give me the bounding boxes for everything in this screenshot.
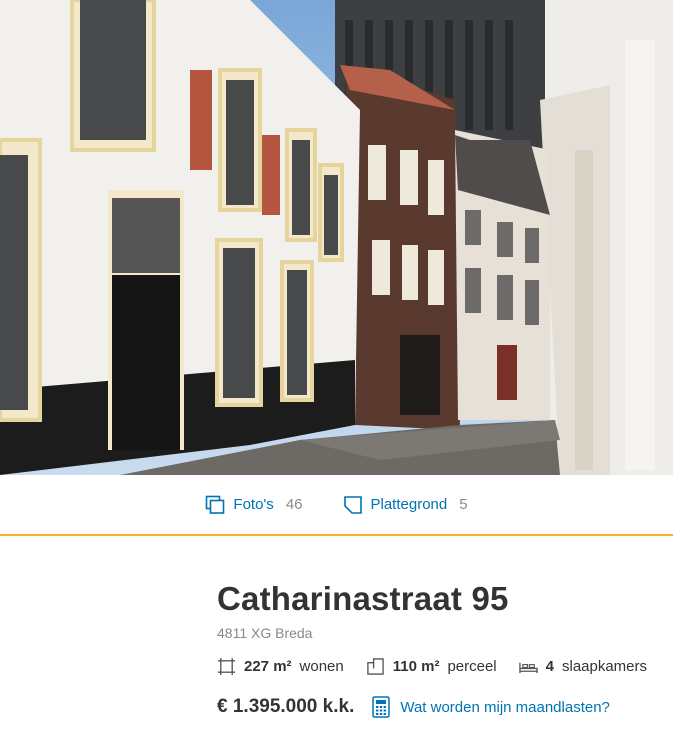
price-row: € 1.395.000 k.k. Wat worden mijn maandla… <box>217 696 657 718</box>
floorplan-count: 5 <box>459 496 468 513</box>
feature-bedrooms-value: 4 <box>545 658 554 675</box>
mortgage-costs-label: Wat worden mijn maandlasten? <box>400 698 610 716</box>
photos-count: 46 <box>285 496 303 513</box>
listing-features: 227 m² wonen 110 m² perceel 4 slaapkamer… <box>217 657 657 676</box>
mortgage-costs-link[interactable]: Wat worden mijn maandlasten? <box>372 696 610 718</box>
feature-living-area: 227 m² wonen <box>217 657 344 676</box>
street-photo-illustration <box>0 0 673 475</box>
feature-plot-area-label: perceel <box>447 658 497 675</box>
photos-label: Foto's <box>233 496 274 513</box>
listing-photo[interactable] <box>0 0 673 475</box>
floorplan-label: Plattegrond <box>370 496 448 513</box>
feature-bedrooms-label: slaapkamers <box>561 658 648 675</box>
photos-link[interactable]: Foto's 46 <box>205 495 303 515</box>
bed-icon <box>518 662 538 674</box>
listing-price: € 1.395.000 k.k. <box>217 696 355 717</box>
floorplan-icon <box>343 495 362 514</box>
feature-living-area-label: wonen <box>299 658 344 675</box>
feature-living-area-value: 227 m² <box>244 658 292 675</box>
listing-title: Catharinastraat 95 <box>217 580 509 617</box>
plot-area-icon <box>366 658 384 675</box>
feature-plot-area: 110 m² perceel <box>366 657 497 676</box>
floorplan-link[interactable]: Plattegrond 5 <box>343 495 468 515</box>
feature-plot-area-value: 110 m² <box>392 658 440 675</box>
calculator-icon <box>372 696 391 718</box>
photos-icon <box>206 495 225 514</box>
listing-info: Catharinastraat 95 4811 XG Breda 227 m² … <box>217 580 657 718</box>
listing-address: 4811 XG Breda <box>217 625 313 641</box>
living-area-icon <box>217 657 236 676</box>
media-bar: Foto's 46 Plattegrond 5 <box>0 475 673 536</box>
feature-bedrooms: 4 slaapkamers <box>518 657 648 676</box>
